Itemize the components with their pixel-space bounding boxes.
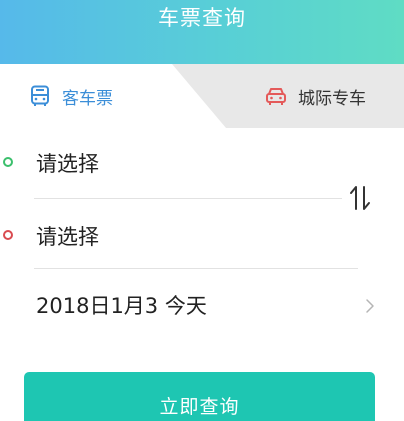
car-icon — [266, 88, 286, 105]
query-button[interactable]: 立即查询 — [24, 372, 375, 421]
arrival-station-placeholder: 请选择 — [36, 225, 99, 249]
divider — [34, 268, 358, 269]
departure-date-value: 2018日1月3 今天 — [36, 294, 207, 318]
tab-bus-ticket[interactable]: 客车票 — [28, 64, 113, 128]
tab-intercity-car[interactable]: 城际专车 — [264, 64, 366, 128]
departure-dot-icon — [3, 157, 13, 167]
arrival-station-field[interactable]: 请选择 — [0, 213, 404, 257]
app-header: 车票查询 — [0, 0, 404, 64]
divider — [34, 198, 342, 199]
bus-icon — [31, 85, 49, 106]
departure-station-placeholder: 请选择 — [36, 152, 99, 176]
departure-date-field[interactable]: 2018日1月3 今天 — [0, 278, 404, 336]
swap-arrows-icon — [350, 186, 370, 210]
tab-bus-label: 客车票 — [62, 88, 113, 109]
chevron-right-icon — [366, 299, 374, 313]
arrival-dot-icon — [3, 230, 13, 240]
swap-stations-button[interactable] — [344, 178, 376, 218]
ticket-type-tabs: 客车票 城际专车 — [0, 64, 404, 128]
tab-car-label: 城际专车 — [298, 88, 366, 109]
page-title: 车票查询 — [158, 6, 246, 30]
